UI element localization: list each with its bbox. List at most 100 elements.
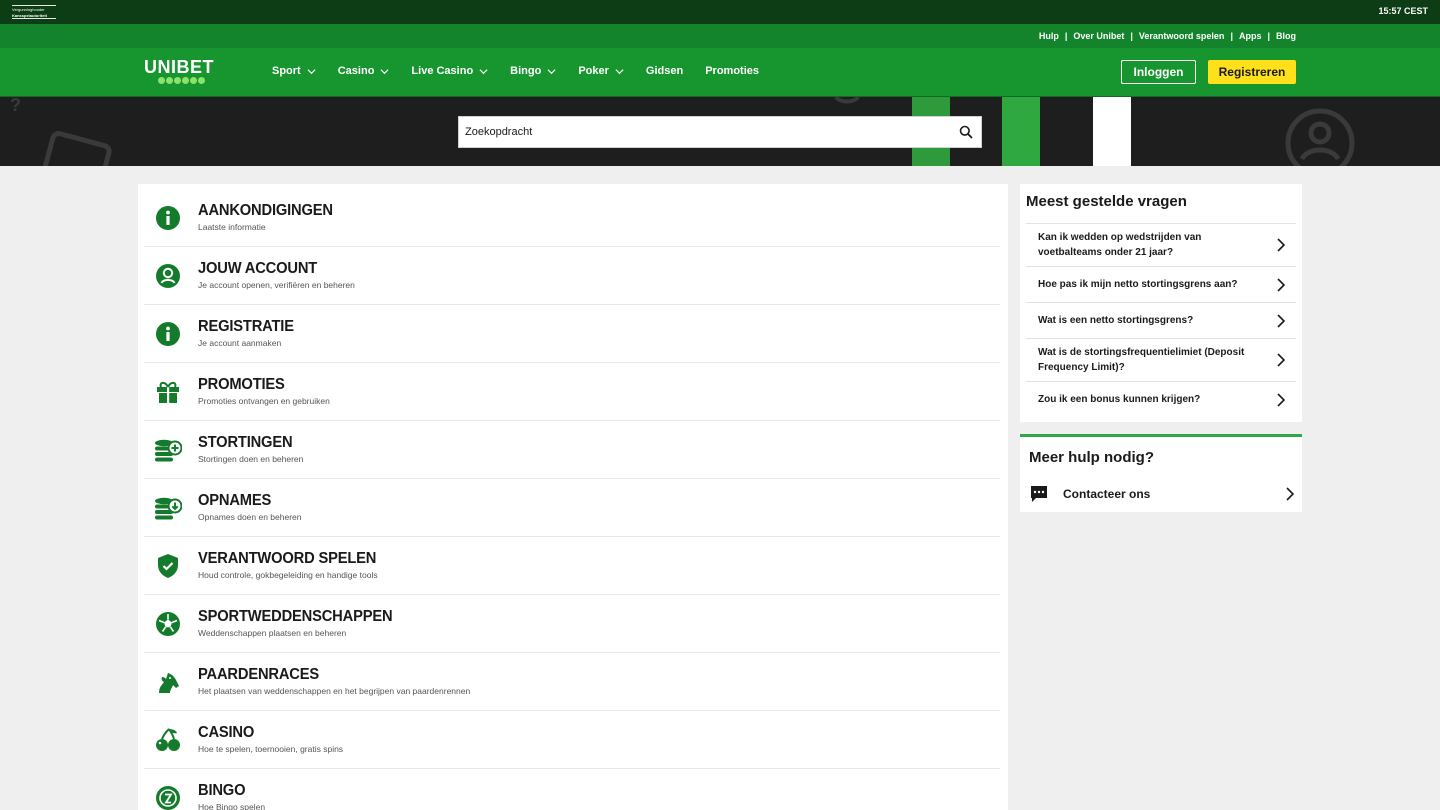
utility-link-blog[interactable]: Blog <box>1276 31 1296 41</box>
faq-item[interactable]: Zou ik een bonus kunnen krijgen? <box>1026 381 1296 417</box>
coins-plus-icon <box>154 436 182 464</box>
nav-item-live-casino[interactable]: Live Casino <box>411 65 488 77</box>
faq-item[interactable]: Hoe pas ik mijn netto stortingsgrens aan… <box>1026 266 1296 302</box>
category-subtitle: Opnames doen en beheren <box>198 512 302 522</box>
register-button[interactable]: Registreren <box>1208 60 1296 84</box>
category-subtitle: Promoties ontvangen en gebruiken <box>198 396 330 406</box>
separator: | <box>1267 31 1270 41</box>
license-badge[interactable]: Vergunninghouder Kansspelautoriteit <box>12 5 56 19</box>
chevron-down-icon <box>615 68 624 74</box>
nav-item-sport[interactable]: Sport <box>272 65 316 77</box>
category-account[interactable]: Jouw account Je account openen, verifiëre… <box>144 247 1000 305</box>
category-title: Promoties <box>198 376 285 393</box>
category-announcements[interactable]: Aankondigingen Laatste informatie <box>144 189 1000 247</box>
category-horse-racing[interactable]: Paardenraces Het plaatsen van weddenschap… <box>144 653 1000 711</box>
category-subtitle: Het plaatsen van weddenschappen en het b… <box>198 686 471 696</box>
category-promotions[interactable]: Promoties Promoties ontvangen en gebruike… <box>144 363 1000 421</box>
category-title: Verantwoord spelen <box>198 550 377 567</box>
utility-link-apps[interactable]: Apps <box>1239 31 1262 41</box>
chevron-right-icon <box>1277 353 1286 367</box>
info-icon <box>154 204 182 232</box>
faq-item[interactable]: Wat is een netto stortingsgrens? <box>1026 302 1296 338</box>
category-subtitle: Laatste informatie <box>198 222 266 232</box>
chevron-right-icon <box>1277 277 1286 292</box>
nav-item-poker[interactable]: Poker <box>578 65 624 77</box>
faq-question: Wat is de stortingsfrequentielimiet (Dep… <box>1038 347 1245 373</box>
search-icon[interactable] <box>951 117 981 147</box>
faq-item[interactable]: Wat is de stortingsfrequentielimiet (Dep… <box>1026 338 1296 381</box>
utility-link-responsible-gaming[interactable]: Verantwoord spelen <box>1139 31 1225 41</box>
search-input[interactable] <box>459 117 951 147</box>
svg-text:?: ? <box>10 97 21 115</box>
faq-question: Wat is een netto stortingsgrens? <box>1038 315 1194 326</box>
contact-us-link[interactable]: Contacteer ons <box>1029 482 1295 506</box>
info-icon <box>154 320 182 348</box>
utility-link-about[interactable]: Over Unibet <box>1073 31 1124 41</box>
nav-item-bingo[interactable]: Bingo <box>510 65 556 77</box>
category-subtitle: Hoe te spelen, toernooien, gratis spins <box>198 744 344 754</box>
category-title: Sportweddenschappen <box>198 608 393 625</box>
top-bar: Vergunninghouder Kansspelautoriteit 15:5… <box>0 0 1440 24</box>
nav-item-gidsen[interactable]: Gidsen <box>646 65 683 77</box>
category-deposits[interactable]: Stortingen Stortingen doen en beheren <box>144 421 1000 479</box>
chevron-right-icon <box>1286 487 1295 501</box>
bingo-ball-icon <box>154 784 182 810</box>
nav-item-promoties[interactable]: Promoties <box>705 65 759 77</box>
chevron-right-icon <box>1277 313 1286 328</box>
chevron-down-icon <box>380 68 389 74</box>
category-title: Casino <box>198 724 255 741</box>
nav-item-label: Bingo <box>510 65 542 77</box>
cherries-icon <box>154 726 182 754</box>
category-title: Jouw account <box>198 260 318 277</box>
category-bingo[interactable]: Bingo Hoe Bingo spelen <box>144 769 1000 810</box>
search-box <box>458 116 982 148</box>
category-subtitle: Je account openen, verifiëren en beheren <box>198 280 355 290</box>
logo-text: UNIBET <box>144 57 214 77</box>
nav-item-label: Live Casino <box>411 65 474 77</box>
category-subtitle: Stortingen doen en beheren <box>198 454 304 464</box>
category-registration[interactable]: Registratie Je account aanmaken <box>144 305 1000 363</box>
chevron-down-icon <box>547 68 556 74</box>
separator: | <box>1130 31 1133 41</box>
chevron-right-icon <box>1277 392 1286 407</box>
category-title: Opnames <box>198 492 272 509</box>
separator: | <box>1230 31 1233 41</box>
more-help-panel: Meer hulp nodig? Contacteer ons <box>1020 434 1302 512</box>
category-title: Paardenraces <box>198 666 320 683</box>
unibet-logo[interactable]: UNIBET <box>144 58 220 84</box>
logo-dots <box>144 77 220 84</box>
category-casino[interactable]: Casino Hoe te spelen, toernooien, gratis … <box>144 711 1000 769</box>
chevron-right-icon <box>1277 238 1286 252</box>
football-icon <box>154 610 182 638</box>
chevron-down-icon <box>479 68 488 74</box>
nav-item-label: Gidsen <box>645 65 684 77</box>
faq-question: Zou ik een bonus kunnen krijgen? <box>1038 394 1201 405</box>
contact-us-label: Contacteer ons <box>1063 487 1151 501</box>
coins-down-icon <box>154 494 182 522</box>
faq-question: Hoe pas ik mijn netto stortingsgrens aan… <box>1038 279 1238 290</box>
category-title: Aankondigingen <box>198 202 333 219</box>
shield-check-icon <box>154 552 182 580</box>
category-title: Registratie <box>198 318 294 335</box>
horse-icon <box>154 668 182 696</box>
help-heading: Meer hulp nodig? <box>1029 449 1154 466</box>
category-title: Stortingen <box>198 434 293 451</box>
license-line-2: Kansspelautoriteit <box>12 13 47 18</box>
utility-bar: Hulp | Over Unibet | Verantwoord spelen | A… <box>0 24 1440 48</box>
utility-link-help[interactable]: Hulp <box>1039 31 1059 41</box>
user-icon <box>154 262 182 290</box>
help-categories-panel: Aankondigingen Laatste informatie Jouw ac… <box>138 184 1008 810</box>
login-button[interactable]: Inloggen <box>1121 60 1196 84</box>
clock: 15:57 CEST <box>1378 6 1428 16</box>
nav-item-casino[interactable]: Casino <box>338 65 390 77</box>
search-banner: ? <box>0 97 1440 166</box>
faq-question: Kan ik wedden op wedstrijden van voetbal… <box>1038 232 1202 258</box>
category-sportsbetting[interactable]: Sportweddenschappen Weddenschappen plaats… <box>144 595 1000 653</box>
nav-item-label: Casino <box>337 65 375 77</box>
nav-item-label: Sport <box>272 65 301 77</box>
category-responsible-gaming[interactable]: Verantwoord spelen Houd controle, gokbege… <box>144 537 1000 595</box>
faq-item[interactable]: Kan ik wedden op wedstrijden van voetbal… <box>1026 223 1296 266</box>
category-withdrawals[interactable]: Opnames Opnames doen en beheren <box>144 479 1000 537</box>
category-subtitle: Hoe Bingo spelen <box>198 802 266 810</box>
gift-icon <box>154 378 182 406</box>
